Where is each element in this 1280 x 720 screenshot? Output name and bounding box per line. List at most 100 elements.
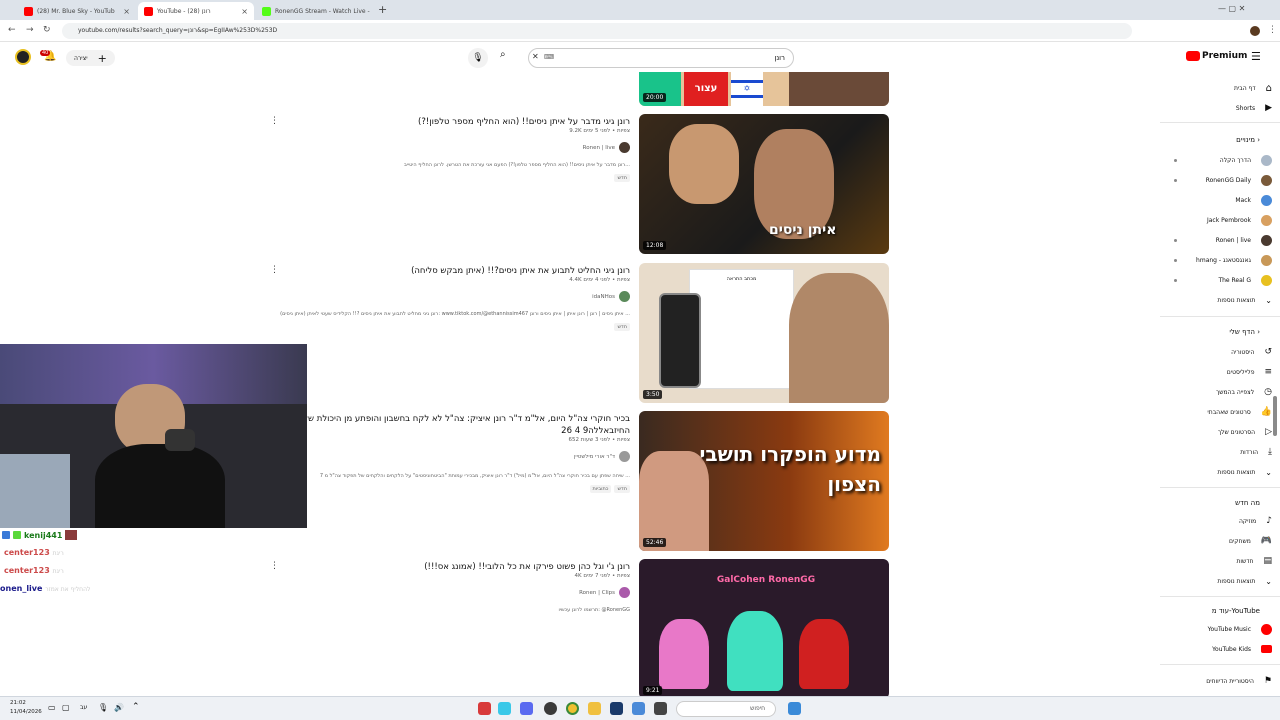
close-icon[interactable]: × bbox=[123, 7, 130, 16]
new-tab-button[interactable]: + bbox=[378, 3, 387, 16]
channel-avatar bbox=[1261, 174, 1272, 186]
thumb-person bbox=[789, 273, 889, 403]
sidebar-sub[interactable]: Ronen | live bbox=[1216, 231, 1272, 249]
video-thumbnail[interactable]: מכתב התראה 3:50 bbox=[639, 263, 889, 403]
sidebar-item-youtube-kids[interactable]: YouTube Kids bbox=[1212, 640, 1272, 658]
keyboard-icon[interactable]: ⌨ bbox=[544, 53, 554, 61]
more-options-icon[interactable]: ⋮ bbox=[270, 561, 279, 571]
video-result[interactable]: ⋮ רונן ג'י וגל כהן פשוט פירקו את כל הלוב… bbox=[270, 559, 890, 696]
terminal-icon[interactable] bbox=[654, 702, 667, 715]
tab-ronengg-stream[interactable]: RonenGG Stream - Watch Live - × bbox=[256, 2, 374, 20]
sidebar-item-news[interactable]: חדשות ▤ bbox=[1236, 552, 1272, 570]
clock[interactable]: 21:02 11/04/2026 bbox=[10, 699, 42, 717]
avatar[interactable] bbox=[15, 49, 31, 65]
channel-link[interactable]: ד"ר אורי מילשטיין bbox=[574, 451, 630, 462]
folder-icon[interactable] bbox=[588, 702, 601, 715]
tab-mr-blue-sky[interactable]: (28) Mr. Blue Sky - YouTub × bbox=[18, 2, 136, 20]
scrollbar-thumb[interactable] bbox=[1273, 396, 1277, 436]
sidebar-show-more[interactable]: תוצאות נוספות ⌄ bbox=[1217, 572, 1272, 590]
channel-link[interactable]: Ronen | Clips bbox=[579, 587, 630, 598]
subscriptions-label: מינויים bbox=[1236, 136, 1255, 144]
sidebar-sub[interactable]: Jack Pembrook bbox=[1207, 211, 1272, 229]
sidebar-item-home[interactable]: דף הבית ⌂ bbox=[1234, 79, 1272, 97]
clear-search-icon[interactable]: ✕ bbox=[532, 52, 539, 61]
app-icon[interactable] bbox=[632, 702, 645, 715]
sidebar-item-shorts[interactable]: Shorts ▶ bbox=[1236, 99, 1272, 117]
you-header[interactable]: הדף שלי › bbox=[1229, 328, 1260, 336]
video-title[interactable]: רונן גיגי מדבר על איתן ניסים!! (הוא החלי… bbox=[290, 116, 630, 128]
sidebar-sub[interactable]: הדרך הקלה bbox=[1220, 151, 1272, 169]
chat-message: center123 ריגת bbox=[4, 548, 64, 557]
menu-icon[interactable]: ⋮ bbox=[1268, 25, 1277, 35]
tab-youtube-search[interactable]: YouTube - רונן (28) × bbox=[138, 2, 254, 20]
app-icon[interactable] bbox=[498, 702, 511, 715]
app-icon[interactable] bbox=[478, 702, 491, 715]
steam-icon[interactable] bbox=[610, 702, 623, 715]
top-video-thumbnail[interactable]: עצור ✡ 20:00 bbox=[639, 72, 889, 106]
sidebar-item-music[interactable]: מוזיקה ♪ bbox=[1239, 512, 1272, 530]
windows-taskbar: 21:02 11/04/2026 ▭ ▢ עב 🎙 🔊 ⌃ חיפוש bbox=[0, 696, 1280, 720]
video-result[interactable]: ⋮ רונן גיגי החליט לתבוע את איתן ניסים?!!… bbox=[270, 263, 890, 405]
youtube-music-icon bbox=[1261, 623, 1272, 635]
windows-start-icon[interactable] bbox=[788, 702, 801, 715]
close-icon[interactable]: × bbox=[241, 7, 248, 16]
sidebar-item-label: דף הבית bbox=[1233, 84, 1256, 92]
sidebar-item-youtube-music[interactable]: YouTube Music bbox=[1208, 620, 1272, 638]
sidebar-item-report-history[interactable]: היסטוריית הדיווחים ⚑ bbox=[1206, 672, 1272, 690]
sidebar-item-your-videos[interactable]: הסרטונים שלך ▷ bbox=[1218, 423, 1272, 441]
taskbar-search[interactable]: חיפוש bbox=[676, 701, 776, 717]
profile-avatar[interactable] bbox=[1250, 26, 1260, 36]
sidebar-show-more[interactable]: תוצאות נוספות ⌄ bbox=[1217, 291, 1272, 309]
language-indicator[interactable]: עב bbox=[80, 704, 87, 711]
thumb-document: מכתב התראה bbox=[689, 269, 794, 389]
sidebar-item-gaming[interactable]: משחקים 🎮 bbox=[1229, 532, 1272, 550]
url-field[interactable]: youtube.com/results?search_query=רונן&sp… bbox=[62, 23, 1132, 39]
discord-icon[interactable] bbox=[520, 702, 533, 715]
hamburger-icon[interactable]: ☰ bbox=[1251, 50, 1261, 63]
sidebar-item-watch-later[interactable]: לצפייה בהמשך ◷ bbox=[1216, 383, 1272, 401]
sidebar-show-more[interactable]: תוצאות נוספות ⌄ bbox=[1217, 463, 1272, 481]
search-icon[interactable]: ⌕ bbox=[500, 49, 506, 60]
volume-icon[interactable]: 🔊 bbox=[114, 703, 124, 712]
youtube-premium-logo[interactable]: Premium bbox=[1186, 51, 1247, 61]
chevron-up-icon[interactable]: ⌃ bbox=[132, 702, 140, 712]
more-options-icon[interactable]: ⋮ bbox=[270, 265, 279, 275]
create-button[interactable]: יצירה + bbox=[66, 50, 115, 66]
video-thumbnail[interactable]: מדוע הופקרו תושבי הצפון 52:46 bbox=[639, 411, 889, 551]
reload-icon[interactable]: ↻ bbox=[43, 25, 51, 35]
sidebar-item-liked[interactable]: סרטונים שאהבתי 👍 bbox=[1207, 403, 1272, 421]
video-thumbnail[interactable]: GalCohen RonenGG 9:21 bbox=[639, 559, 889, 696]
search-input[interactable]: רונן bbox=[528, 48, 794, 68]
notification-icon[interactable]: ▭ bbox=[48, 703, 56, 712]
subscriptions-header[interactable]: מינויים › bbox=[1236, 136, 1260, 144]
clock-icon: ◷ bbox=[1264, 387, 1272, 397]
sidebar-sub[interactable]: hmang - גאנגסטאנג bbox=[1196, 251, 1272, 269]
video-title[interactable]: רונן גיגי החליט לתבוע את איתן ניסים?!! (… bbox=[290, 265, 630, 277]
forward-icon[interactable]: → bbox=[26, 25, 34, 35]
microphone-icon[interactable]: 🎙 bbox=[468, 48, 488, 68]
video-result[interactable]: ⋮ רונן גיגי מדבר על איתן ניסים!! (הוא הח… bbox=[270, 114, 890, 256]
app-icon[interactable] bbox=[544, 702, 557, 715]
chrome-icon[interactable] bbox=[566, 702, 579, 715]
microphone-icon[interactable]: 🎙 bbox=[98, 703, 108, 712]
more-options-icon[interactable]: ⋮ bbox=[270, 116, 279, 126]
channel-link[interactable]: idaNHos bbox=[592, 291, 630, 302]
back-icon[interactable]: ← bbox=[8, 25, 16, 35]
sidebar-item-playlists[interactable]: פלייליסטים ≡ bbox=[1227, 363, 1272, 381]
channel-link[interactable]: Ronen | live bbox=[583, 142, 630, 153]
sidebar-sub[interactable]: RonenGG Daily bbox=[1206, 171, 1272, 189]
new-content-dot bbox=[1174, 259, 1177, 262]
window-controls[interactable]: — ▢ ✕ bbox=[1218, 4, 1245, 13]
sidebar-sub[interactable]: The Real G bbox=[1218, 271, 1272, 289]
channel-avatar bbox=[619, 587, 630, 598]
desktop-icon[interactable]: ▢ bbox=[62, 703, 70, 712]
video-title[interactable]: בכיר חוקרי צה"ל היום, אל"מ ד"ר רונן איצי… bbox=[290, 413, 630, 437]
microphone-icon bbox=[165, 429, 195, 451]
video-title[interactable]: רונן ג'י וגל כהן פשוט פירקו את כל הלובי!… bbox=[290, 561, 630, 573]
sidebar-item-history[interactable]: היסטוריה ↺ bbox=[1231, 343, 1272, 361]
sidebar-item-downloads[interactable]: הורדות ⤓ bbox=[1240, 443, 1272, 461]
video-thumbnail[interactable]: איתן ניסים 12:08 bbox=[639, 114, 889, 254]
sidebar-sub[interactable]: Mack bbox=[1235, 191, 1272, 209]
webcam-chair bbox=[0, 454, 70, 528]
video-result[interactable]: בכיר חוקרי צה"ל היום, אל"מ ד"ר רונן איצי… bbox=[270, 411, 890, 553]
